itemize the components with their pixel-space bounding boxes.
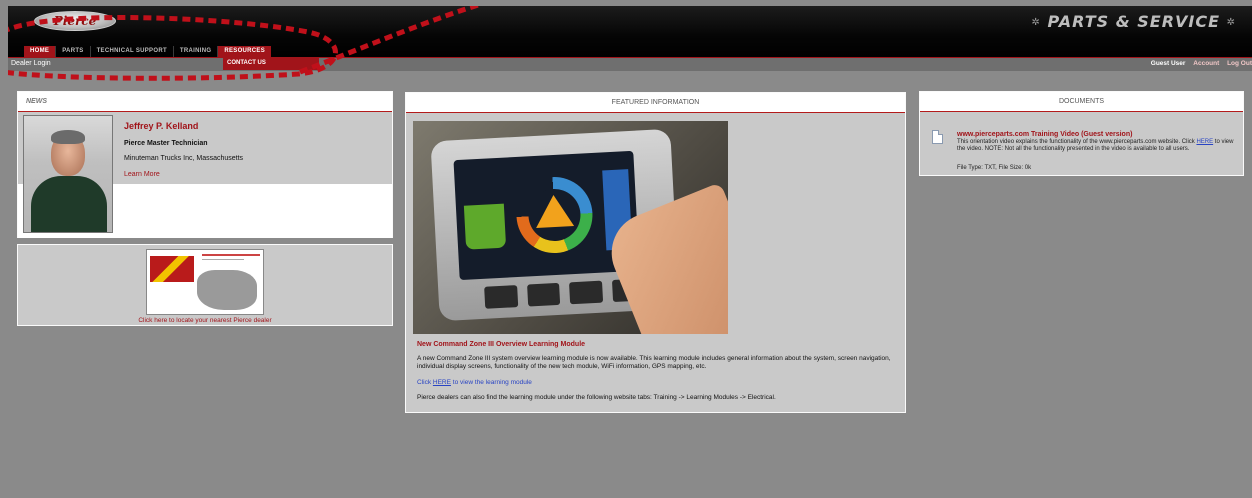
fuel-tank-icon [463,203,507,250]
featured-dealers-note: Pierce dealers can also find the learnin… [417,394,776,401]
document-icon[interactable] [932,130,943,144]
dealer-map-thumbnail[interactable] [146,249,264,315]
display-button [484,285,518,309]
document-meta: File Type: TXT, File Size: 0k [957,165,1032,171]
main-nav: HOME PARTS TECHNICAL SUPPORT TRAINING RE… [24,46,272,57]
featured-headline: New Command Zone III Overview Learning M… [417,341,586,348]
display-button [526,282,561,307]
news-person-name[interactable]: Jeffrey P. Kelland [124,121,198,131]
featured-panel: FEATURED INFORMATION New Command Zone II… [405,92,906,413]
warning-icon [534,194,575,228]
news-person-role: Pierce Master Technician [124,140,208,147]
news-person-org: Minuteman Trucks Inc, Massachusetts [124,155,244,162]
brand-text: PARTS & SERVICE [1047,12,1221,31]
document-desc-part1: This orientation video explains the func… [957,139,1195,145]
dealer-locator-panel: Click here to locate your nearest Pierce… [17,244,393,326]
news-panel-title: NEWS [18,92,392,112]
command-zone-display-image [413,121,728,334]
learning-module-link[interactable]: HERE [433,379,451,386]
guest-user-label: Guest User [1150,60,1186,67]
nav-home[interactable]: HOME [24,46,56,57]
document-description: This orientation video explains the func… [957,139,1242,152]
nav-resources[interactable]: RESOURCES [218,46,272,57]
pierce-logo[interactable]: Pierce [34,11,116,31]
video-here-link[interactable]: HERE [1196,139,1213,145]
logout-link[interactable]: Log Out [1227,60,1252,67]
parts-service-brand: ✲ PARTS & SERVICE ✲ [1032,12,1237,31]
featured-click-line: Click HERE to view the learning module [417,379,532,386]
nav-parts[interactable]: PARTS [56,46,89,57]
news-panel: NEWS Jeffrey P. Kelland Pierce Master Te… [17,91,393,238]
click-suffix: to view the learning module [452,379,532,386]
map-thumbnail-graphic [150,256,194,282]
display-button [569,280,603,305]
featured-body: A new Command Zone III system overview l… [417,355,891,370]
sub-bar: Dealer Login Guest User Account Log Out [8,57,1252,71]
news-body: Jeffrey P. Kelland Pierce Master Technic… [18,112,392,238]
nav-training[interactable]: TRAINING [174,46,217,57]
documents-panel: DOCUMENTS www.pierceparts.com Training V… [919,91,1244,176]
featured-panel-title: FEATURED INFORMATION [406,93,905,113]
resources-dropdown-contact-us[interactable]: CONTACT US [223,57,319,70]
nav-technical-support[interactable]: TECHNICAL SUPPORT [91,46,173,57]
documents-panel-title: DOCUMENTS [920,92,1243,112]
brand-ornament-left-icon: ✲ [1031,17,1041,28]
breadcrumb[interactable]: Dealer Login [11,60,51,67]
map-thumbnail-heading-line [202,254,260,256]
technician-photo [23,115,113,233]
locate-dealer-link[interactable]: Click here to locate your nearest Pierce… [18,317,392,324]
site-header: Pierce ✲ PARTS & SERVICE ✲ HOME PARTS TE… [8,6,1252,57]
map-thumbnail-text-line [202,259,244,260]
user-links: Guest User Account Log Out [1151,60,1252,67]
document-title-link[interactable]: www.pierceparts.com Training Video (Gues… [957,131,1132,138]
photo-shirt [31,176,107,232]
brand-ornament-right-icon: ✲ [1226,17,1236,28]
learn-more-link[interactable]: Learn More [124,171,160,178]
us-map-icon [197,270,257,310]
click-prefix: Click [417,379,432,386]
page: Pierce ✲ PARTS & SERVICE ✲ HOME PARTS TE… [8,6,1252,498]
photo-hair [51,130,85,144]
account-link[interactable]: Account [1193,60,1219,67]
